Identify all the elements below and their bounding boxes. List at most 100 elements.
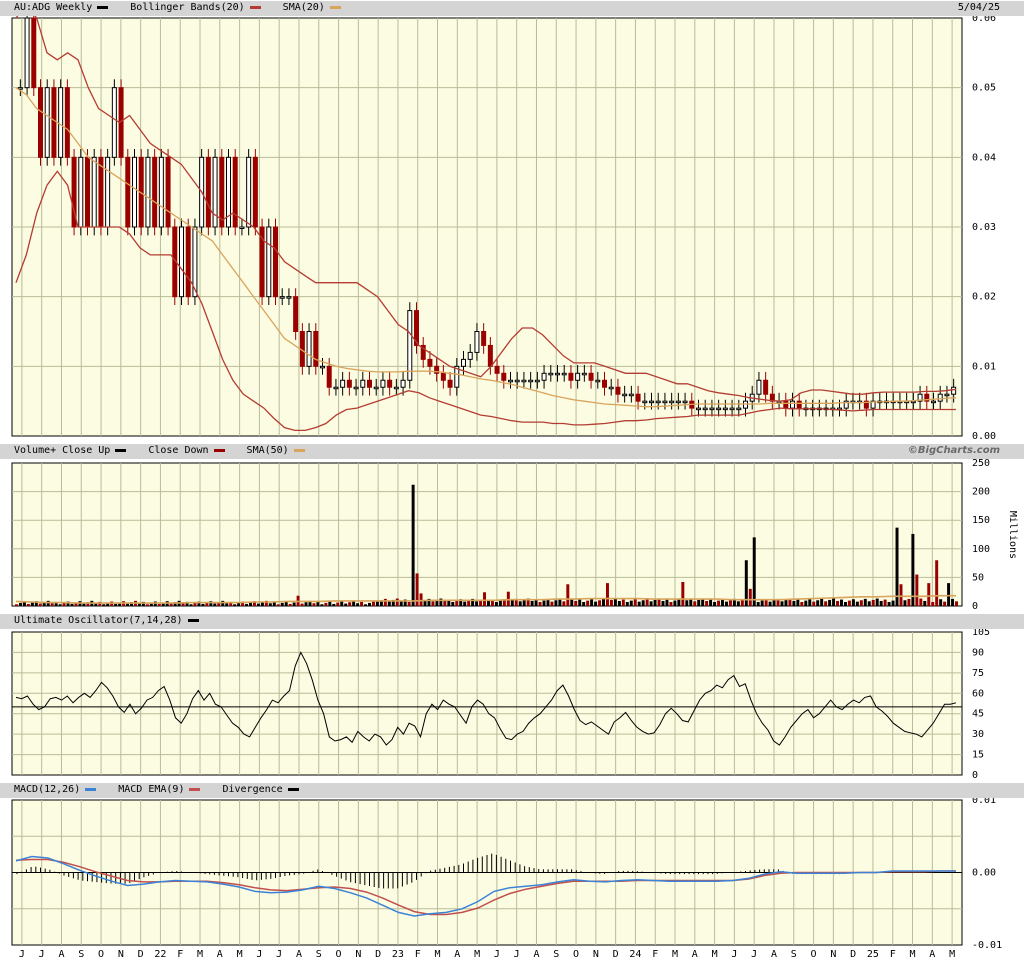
price-candle — [696, 407, 701, 411]
price-y-label: 0.04 — [972, 152, 996, 163]
price-candle — [387, 379, 393, 388]
volume-bar — [598, 600, 602, 606]
price-candle — [521, 379, 527, 383]
volume-bar — [594, 601, 598, 606]
price-candle — [367, 379, 372, 388]
price-candle — [595, 379, 601, 383]
volume-bar — [157, 603, 161, 606]
volume-bar — [534, 599, 538, 606]
x-axis-label: F — [890, 949, 896, 960]
volume-bar — [613, 598, 617, 606]
price-candle — [205, 156, 211, 228]
x-axis-label: D — [375, 949, 381, 960]
volume-bar — [126, 603, 130, 606]
price-candle — [467, 351, 473, 360]
volume-bar — [633, 599, 637, 606]
volume-bar — [681, 581, 685, 606]
price-candle — [790, 400, 795, 409]
x-axis-label: M — [237, 949, 243, 960]
volume-bar — [518, 601, 522, 606]
uo-y-label: 0 — [972, 770, 978, 781]
volume-bar — [451, 601, 455, 606]
uo-label: Ultimate Oscillator(7,14,28) — [14, 615, 183, 626]
volume-bar — [578, 599, 582, 606]
volume-bar — [280, 602, 284, 606]
volume-bar — [443, 600, 447, 606]
volume-bar — [483, 592, 486, 606]
volume-bar — [566, 584, 570, 606]
volume-bar — [871, 599, 875, 606]
price-candle — [655, 400, 661, 404]
x-axis-label: M — [435, 949, 441, 960]
volume-bar — [943, 601, 947, 606]
volume-bar — [145, 604, 149, 606]
volume-bar — [843, 601, 847, 606]
price-candle — [313, 331, 319, 367]
price-candle — [279, 296, 285, 299]
volume-bar — [621, 599, 625, 606]
price-y-label: 0.00 — [972, 431, 996, 442]
price-candle — [481, 331, 487, 346]
x-axis-label: N — [593, 949, 599, 960]
price-candle — [320, 365, 325, 369]
macd-panel-header: MACD(12,26) MACD EMA(9) Divergence — [0, 783, 1024, 798]
x-axis-label: O — [336, 949, 342, 960]
volume-bar — [467, 600, 471, 606]
price-candle — [252, 156, 258, 228]
volume-y-label: 150 — [972, 515, 990, 526]
x-axis-label: M — [197, 949, 203, 960]
price-candle — [340, 379, 346, 388]
volume-bar — [895, 527, 899, 606]
price-candle — [152, 156, 158, 228]
volume-bar — [867, 601, 871, 606]
x-axis-label: F — [652, 949, 658, 960]
price-candle — [407, 310, 413, 381]
volume-bar — [344, 603, 348, 606]
price-y-label: 0.05 — [972, 83, 996, 94]
volume-bar — [530, 600, 534, 606]
price-candle — [615, 386, 621, 395]
volume-bar — [562, 601, 566, 606]
x-axis-label: A — [296, 949, 302, 960]
price-candle — [722, 407, 728, 411]
price-candle — [273, 226, 278, 298]
price-candle — [568, 372, 574, 381]
volume-bar — [709, 599, 713, 606]
volume-bar — [225, 603, 229, 606]
x-axis-label: M — [672, 949, 678, 960]
volume-y-label: 200 — [972, 487, 990, 498]
x-axis-label: J — [751, 949, 757, 960]
price-candle — [910, 400, 916, 404]
volume-bar — [18, 602, 22, 606]
price-candle — [179, 226, 184, 298]
price-candle — [581, 372, 587, 376]
volume-bar — [407, 601, 411, 606]
x-axis-label: J — [514, 949, 520, 960]
volume-bar — [348, 602, 352, 606]
volume-bar — [554, 600, 558, 606]
bigcharts-brand[interactable]: ©BigCharts.com — [908, 445, 1000, 456]
x-axis-label: M — [474, 949, 480, 960]
volume-bar — [899, 584, 903, 606]
volume-bar — [851, 599, 855, 606]
price-candle — [145, 156, 151, 228]
volume-bar — [808, 599, 812, 606]
price-candle — [219, 156, 225, 228]
volume-bar — [399, 600, 403, 606]
price-candle — [937, 393, 943, 402]
price-candle — [380, 379, 386, 388]
x-axis-label: A — [771, 949, 777, 960]
volume-bar — [249, 602, 252, 606]
volume-sma-swatch — [293, 448, 305, 452]
price-y-label: 0.01 — [972, 361, 996, 372]
divergence-label: Divergence — [222, 784, 283, 795]
price-candle — [635, 393, 641, 402]
price-candle — [622, 393, 628, 397]
price-candle — [85, 156, 90, 228]
volume-y-label: 0 — [972, 601, 978, 612]
volume-bar — [58, 604, 62, 606]
close-legend-swatch — [97, 5, 109, 9]
price-candle — [239, 226, 245, 229]
price-candle — [763, 379, 769, 395]
price-candle — [78, 156, 84, 228]
